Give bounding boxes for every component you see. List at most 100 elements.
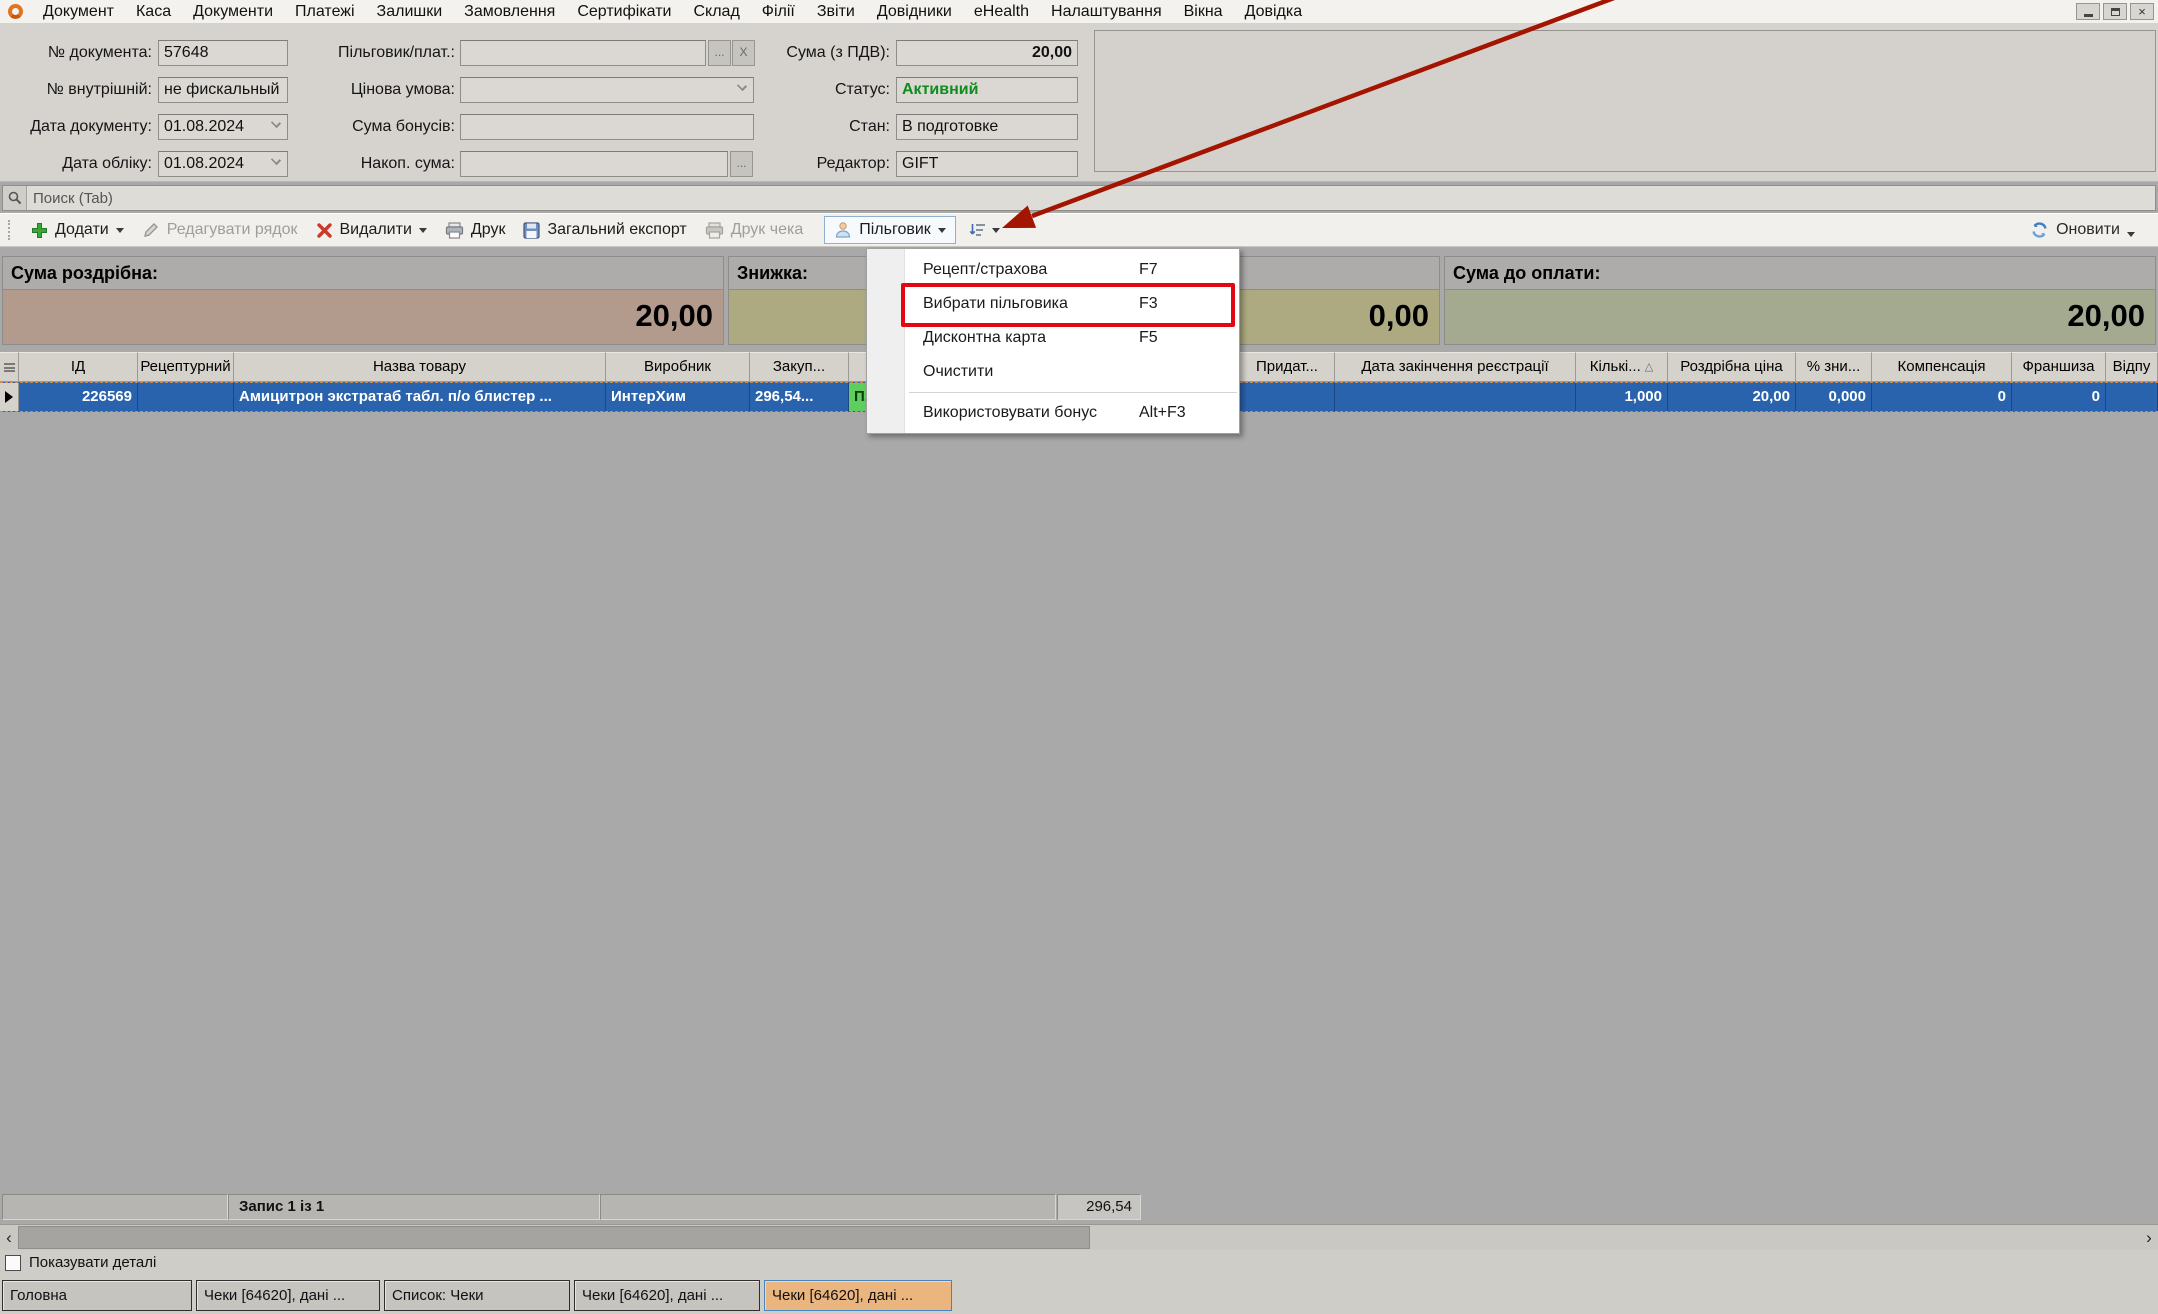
edit-row-button[interactable]: Редагувати рядок <box>133 216 307 244</box>
col-header-dispensed[interactable]: Відпу <box>2106 352 2158 382</box>
delete-x-icon <box>316 222 332 238</box>
delete-button[interactable]: Видалити <box>307 216 436 244</box>
refresh-icon <box>2032 222 2047 238</box>
toolbar-grip-handle[interactable] <box>8 220 12 240</box>
print-button[interactable]: Друк <box>436 216 515 244</box>
print-button-label: Друк <box>470 221 506 238</box>
menu-item-shortcut: Alt+F3 <box>1139 404 1186 421</box>
col-header-franchise[interactable]: Франшиза <box>2012 352 2106 382</box>
doc-number-field[interactable]: 57648 <box>158 40 288 66</box>
col-header-id[interactable]: ІД <box>19 352 138 382</box>
row-marker-icon <box>5 391 13 403</box>
minimize-button[interactable] <box>2076 3 2100 20</box>
print-receipt-button[interactable]: Друк чека <box>696 216 812 244</box>
menubar-item-documents[interactable]: Документи <box>182 0 284 23</box>
sum-vat-label: Сума (з ПДВ): <box>786 44 890 61</box>
printer-icon <box>705 221 723 239</box>
status-cell-empty <box>2 1194 228 1220</box>
beneficiary-payer-label: Пільговик/плат.: <box>338 44 455 61</box>
tab-cheques-1[interactable]: Чеки [64620], дані ... <box>196 1280 380 1311</box>
state-field: В подготовке <box>896 114 1078 140</box>
cell-franchise: 0 <box>2012 383 2106 411</box>
menu-item-label: Рецепт/страхова <box>923 261 1048 278</box>
menubar-item-branches[interactable]: Філії <box>751 0 806 23</box>
horizontal-scrollbar[interactable]: ‹ › <box>0 1224 2158 1250</box>
restore-button[interactable] <box>2103 3 2127 20</box>
window-tabs: Головна Чеки [64620], дані ... Список: Ч… <box>0 1280 2158 1311</box>
internal-number-field[interactable]: не фискальный <box>158 77 288 103</box>
menubar-item-directories[interactable]: Довідники <box>866 0 963 23</box>
bonus-sum-field[interactable] <box>460 114 754 140</box>
menu-item-clear[interactable]: Очистити <box>867 355 1239 389</box>
col-header-reg-end-date[interactable]: Дата закінчення реєстрації <box>1335 352 1576 382</box>
col-header-purchase[interactable]: Закуп... <box>750 352 849 382</box>
account-date-field[interactable]: 01.08.2024 <box>158 151 288 177</box>
beneficiary-button[interactable]: Пільговик <box>824 216 956 244</box>
col-header-compensation[interactable]: Компенсація <box>1872 352 2012 382</box>
menubar-item-document[interactable]: Документ <box>32 0 125 23</box>
show-details-checkbox[interactable] <box>5 1254 21 1271</box>
tab-cheques-2[interactable]: Чеки [64620], дані ... <box>574 1280 760 1311</box>
scroll-right-arrow[interactable]: › <box>2140 1225 2158 1250</box>
col-header-manufacturer[interactable]: Виробник <box>606 352 750 382</box>
menu-separator <box>909 392 1237 393</box>
chevron-down-icon <box>937 227 946 233</box>
tab-label: Чеки [64620], дані ... <box>772 1287 914 1304</box>
menubar-item-ehealth[interactable]: eHealth <box>963 0 1040 23</box>
toolbar: Додати Редагувати рядок Видалити Друк За… <box>0 213 2158 247</box>
col-header-qty[interactable]: Кількі... △ <box>1576 352 1668 382</box>
col-header-discount-pct[interactable]: % зни... <box>1796 352 1872 382</box>
sum-vat-field: 20,00 <box>896 40 1078 66</box>
col-header-prescription[interactable]: Рецептурний <box>138 352 234 382</box>
add-button-label: Додати <box>55 221 109 238</box>
tab-cheques-list[interactable]: Список: Чеки <box>384 1280 570 1311</box>
menubar-item-orders[interactable]: Замовлення <box>453 0 566 23</box>
menubar-item-certificates[interactable]: Сертифікати <box>566 0 682 23</box>
sort-mode-button[interactable] <box>960 216 1009 244</box>
menu-item-shortcut: F5 <box>1139 329 1158 346</box>
tab-label: Чеки [64620], дані ... <box>204 1287 346 1304</box>
beneficiary-payer-field[interactable] <box>460 40 706 66</box>
cell-id: 226569 <box>19 383 138 411</box>
menubar-item-kasa[interactable]: Каса <box>125 0 182 23</box>
menubar-item-warehouse[interactable]: Склад <box>682 0 750 23</box>
menubar-item-windows[interactable]: Вікна <box>1173 0 1234 23</box>
add-button[interactable]: Додати <box>22 216 133 244</box>
record-count-label: Запис 1 із 1 <box>228 1194 600 1220</box>
menubar-item-settings[interactable]: Налаштування <box>1040 0 1173 23</box>
close-button[interactable]: × <box>2130 3 2154 20</box>
price-condition-select[interactable] <box>460 77 754 103</box>
doc-date-label: Дата документу: <box>30 118 152 135</box>
refresh-button[interactable]: Оновити <box>2021 216 2144 244</box>
menubar-item-payments[interactable]: Платежі <box>284 0 366 23</box>
tab-cheques-active[interactable]: Чеки [64620], дані ... <box>764 1280 952 1311</box>
row-marker <box>0 383 19 411</box>
row-indicator-header[interactable] <box>0 352 19 382</box>
doc-date-field[interactable]: 01.08.2024 <box>158 114 288 140</box>
payable-sum-label: Сума до оплати: <box>1445 257 2155 290</box>
menu-item-recipe-insurance[interactable]: Рецепт/страхова F7 <box>867 253 1239 287</box>
cell-manufacturer: ИнтерХим <box>606 383 750 411</box>
status-cell-empty <box>600 1194 1056 1220</box>
scroll-left-arrow[interactable]: ‹ <box>0 1225 18 1250</box>
menu-item-use-bonus[interactable]: Використовувати бонус Alt+F3 <box>867 396 1239 430</box>
search-input[interactable] <box>27 186 2155 210</box>
col-header-product[interactable]: Назва товару <box>234 352 606 382</box>
col-header-validity[interactable]: Придат... <box>1240 352 1335 382</box>
beneficiary-lookup-button[interactable]: ... <box>708 40 731 66</box>
accumulated-sum-field[interactable] <box>460 151 728 177</box>
menubar-item-help[interactable]: Довідка <box>1234 0 1314 23</box>
menubar-item-reports[interactable]: Звіти <box>806 0 866 23</box>
menu-item-label: Очистити <box>923 363 994 380</box>
scrollbar-thumb[interactable] <box>18 1226 1090 1249</box>
status-label: Статус: <box>834 81 890 98</box>
export-button[interactable]: Загальний експорт <box>514 216 695 244</box>
cell-validity <box>1240 383 1335 411</box>
beneficiary-button-label: Пільговик <box>859 221 931 238</box>
col-header-retail-price[interactable]: Роздрібна ціна <box>1668 352 1796 382</box>
tab-label: Чеки [64620], дані ... <box>582 1287 724 1304</box>
annotation-highlight-rect <box>901 283 1235 327</box>
doc-number-label: № документа: <box>47 44 152 61</box>
menubar-item-stock[interactable]: Залишки <box>366 0 454 23</box>
tab-main[interactable]: Головна <box>2 1280 192 1311</box>
